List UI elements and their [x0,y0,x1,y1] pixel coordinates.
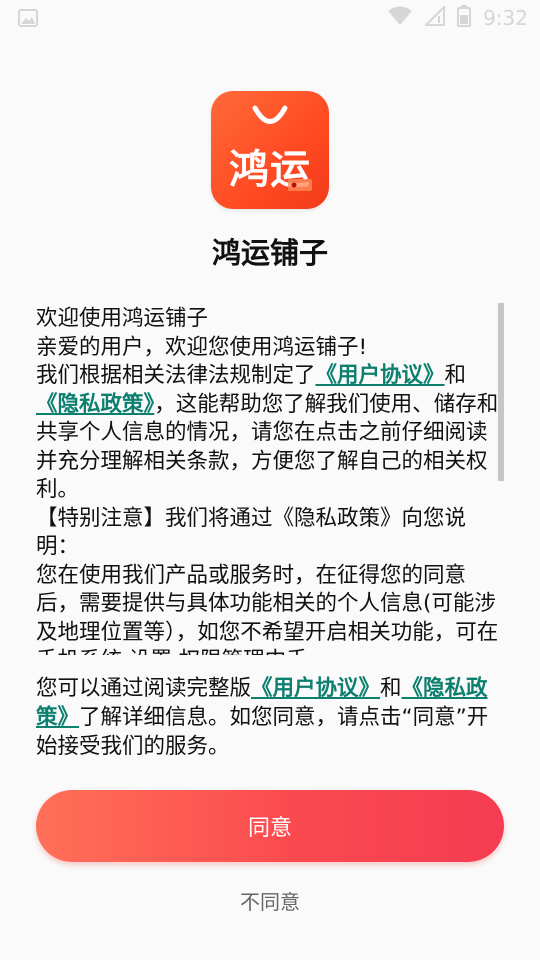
policy-greeting: 亲爱的用户，欢迎您使用鸿运铺子! [36,334,368,360]
policy-scroll-area[interactable]: 欢迎使用鸿运铺子 亲爱的用户，欢迎您使用鸿运铺子! 我们根据相关法律法规制定了《… [36,305,506,655]
battery-icon [457,5,472,31]
signal-icon [423,4,446,30]
policy-paragraph-1: 我们根据相关法律法规制定了《用户协议》和《隐私政策》，这能帮助您了解我们使用、储… [36,363,499,502]
red-envelope-icon [288,179,312,191]
bag-handle-icon [252,105,288,124]
user-agreement-link[interactable]: 《用户协议》 [316,363,445,388]
privacy-policy-link[interactable]: 《隐私政策》 [36,392,154,417]
image-icon [18,9,38,31]
wifi-icon [387,6,413,30]
summary-user-agreement-link[interactable]: 《用户协议》 [251,676,380,701]
consent-summary: 您可以通过阅读完整版《用户协议》和《隐私政策》了解详细信息。如您同意，请点击“同… [36,676,489,759]
policy-title: 欢迎使用鸿运铺子 [36,306,209,331]
disagree-button[interactable]: 不同意 [0,886,540,915]
special-notice: 【特别注意】我们将通过《隐私政策》向您说明： [36,505,467,560]
scrollbar[interactable] [498,303,504,481]
app-name: 鸿运铺子 [211,236,328,270]
policy-paragraph-2: 您在使用我们产品或服务时，在征得您的同意后，需要提供与具体功能相关的个人信息(可… [36,562,499,656]
app-logo: 鸿运 [211,91,329,209]
agree-button[interactable]: 同意 [36,790,504,862]
status-time: 9:32 [483,6,528,30]
status-bar: 9:32 [0,0,540,36]
